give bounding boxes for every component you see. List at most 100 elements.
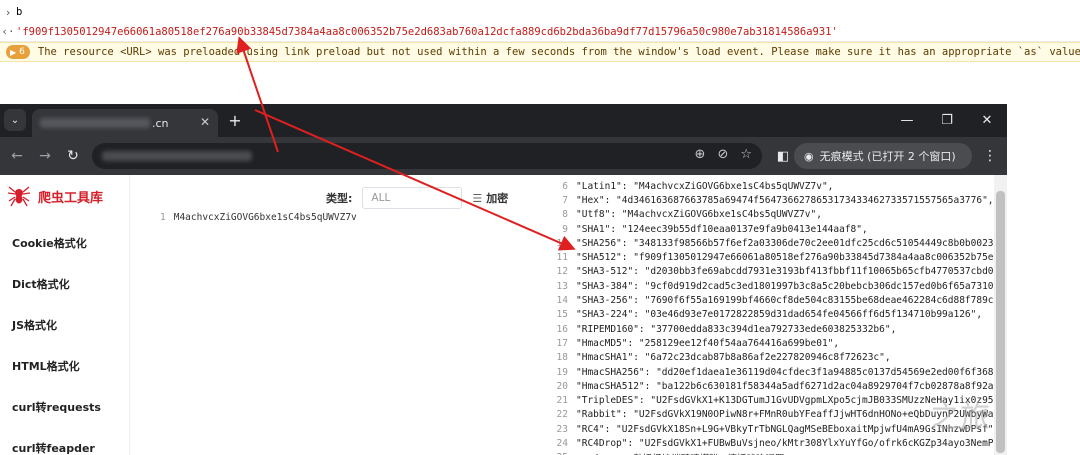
output-text: "Hex": "4d346163687663785a69474f56473662… — [576, 194, 994, 206]
output-line: 20 "HmacSHA512": "ba122b6c630181f58344a5a… — [548, 379, 994, 393]
browser-toolbar: ← → ↻ ⊕ ⊘ ☆ ◧ ◉ 无痕模式 (已打开 2 个窗口) ⋮ — [0, 137, 1007, 175]
console-result-text: 'f909f1305012947e66061a80518ef276a90b338… — [16, 25, 838, 38]
line-number: 17 — [556, 337, 568, 349]
sidebar-item-dict[interactable]: Dict格式化 — [12, 276, 70, 292]
maximize-icon[interactable]: ❐ — [927, 104, 967, 137]
output-text: "HmacSHA1": "6a72c23dcab87b8a86af2e22782… — [576, 352, 891, 364]
output-line: 19 "HmacSHA256": "dd20ef1daea1e36119d04cf… — [548, 365, 994, 379]
window-close-icon[interactable]: ✕ — [967, 104, 1007, 137]
eye-off-icon[interactable]: ⊘ — [717, 147, 728, 162]
warning-count-badge[interactable]: ▶ 6 — [6, 45, 30, 59]
output-line: 22 "Rabbit": "U2FsdGVkX19N0OPiwN8r+FMnR0u… — [548, 408, 994, 422]
sidebar-item-curl-feapder[interactable]: curl转feapder — [12, 440, 95, 455]
output-line: 13 "SHA3-384": "9cf0d919d2cad5c3ed1801997… — [548, 279, 994, 293]
redacted-url — [102, 151, 252, 161]
output-text: "SHA1": "124eec39b55df10eaa0137e9fa9b041… — [576, 223, 868, 235]
line-number: 13 — [556, 280, 568, 292]
console-input-text: b — [16, 6, 23, 18]
output-text: "SHA3-256": "7690f6f55a169199bf4660cf8de… — [576, 295, 994, 307]
logo-text: 爬虫工具库 — [38, 190, 104, 206]
output-text: "Utf8": "M4achvcxZiGOVG6bxe1sC4bs5qUWVZ7… — [576, 209, 822, 221]
line-number: 20 — [556, 380, 568, 392]
line-number: 22 — [556, 409, 568, 421]
output-line: 14 "SHA3-256": "7690f6f55a169199bf4660cf8… — [548, 293, 994, 307]
devtools-console: › b ‹· 'f909f1305012947e66061a80518ef276… — [0, 0, 1080, 104]
line-number: 14 — [556, 295, 568, 307]
encrypt-button[interactable]: ☰ 加密 — [472, 190, 508, 206]
line-number: 11 — [556, 252, 568, 264]
output-line: 12 "SHA3-512": "d2030bb3fe69abcdd7931e319… — [548, 265, 994, 279]
line-number: 16 — [556, 323, 568, 335]
line-number: 6 — [562, 180, 568, 192]
expand-arrow-icon: ▶ — [10, 47, 17, 57]
output-text: "SHA3-384": "9cf0d919d2cad5c3ed1801997b3… — [576, 280, 994, 292]
tab-search-icon[interactable]: ⌄ — [4, 109, 26, 131]
tab-title: .cn — [152, 116, 169, 130]
output-text: "HmacSHA512": "ba122b6c630181f58344a5adf… — [576, 380, 994, 392]
side-panel-icon[interactable]: ◧ — [774, 145, 792, 167]
console-warning-text: The resource <URL> was preloaded using l… — [37, 46, 1080, 58]
incognito-label: 无痕模式 (已打开 2 个窗口) — [819, 150, 956, 163]
page-content: 爬虫工具库 Cookie格式化 Dict格式化 JS格式化 HTML格式化 cu… — [0, 175, 1007, 455]
output-line: 10 "SHA256": "348133f98566b57f6ef2a03306d… — [548, 236, 994, 250]
line-number: 12 — [556, 266, 568, 278]
address-bar[interactable]: ⊕ ⊘ ☆ — [92, 143, 762, 169]
browser-window: ⌄ .cn ✕ + — ❐ ✕ ← → ↻ ⊕ ⊘ ☆ ◧ ◉ 无痕模式 (已打… — [0, 104, 1007, 455]
line-number: 24 — [556, 437, 568, 449]
sidebar-item-curl-requests[interactable]: curl转requests — [12, 399, 101, 415]
tab-active[interactable]: .cn ✕ — [32, 109, 218, 137]
result-arrow-icon: ‹· — [1, 25, 15, 38]
incognito-indicator[interactable]: ◉ 无痕模式 (已打开 2 个窗口) — [794, 143, 972, 169]
tab-strip: ⌄ .cn ✕ + — ❐ ✕ — [0, 104, 1007, 137]
console-input-line[interactable]: › b — [0, 2, 1080, 22]
output-text: "Latin1": "M4achvcxZiGOVG6bxe1sC4bs5qUWV… — [576, 180, 834, 192]
new-tab-icon[interactable]: + — [224, 109, 246, 131]
console-warning-line[interactable]: ▶ 6 The resource <URL> was preloaded usin… — [0, 42, 1080, 62]
watermark: 之旅 — [930, 400, 990, 435]
reload-icon[interactable]: ↻ — [62, 145, 84, 167]
input-editor[interactable]: 1 M4achvcxZiGOVG6bxe1sC4bs5qUWVZ7v — [160, 212, 357, 223]
console-result-line: ‹· 'f909f1305012947e66061a80518ef276a90b… — [0, 22, 1080, 42]
output-line: 18 "HmacSHA1": "6a72c23dcab87b8a86af2e227… — [548, 351, 994, 365]
address-bar-icons: ⊕ ⊘ ☆ — [695, 147, 752, 162]
redacted-title — [40, 118, 150, 128]
output-line: 23 "RC4": "U2FsdGVkX18Sn+L9G+VBkyTrTbNGLQ… — [548, 422, 994, 436]
output-text: "SHA256": "348133f98566b57f6ef2a03306de7… — [576, 237, 994, 249]
output-line: 24 "RC4Drop": "U2FsdGVkX1+FUBwBuVsjneo/kM… — [548, 436, 994, 450]
line-number: 10 — [556, 237, 568, 249]
minimize-icon[interactable]: — — [887, 104, 927, 137]
forward-icon[interactable]: → — [34, 145, 56, 167]
output-line: 7 "Hex": "4d346163687663785a69474f5647366… — [548, 193, 994, 207]
zoom-icon[interactable]: ⊕ — [695, 147, 706, 162]
sidebar-item-html[interactable]: HTML格式化 — [12, 358, 80, 374]
type-select[interactable]: ALL — [362, 187, 463, 209]
close-icon[interactable]: ✕ — [200, 115, 210, 129]
star-icon[interactable]: ☆ — [740, 147, 752, 162]
output-text: "RC4Drop": "U2FsdGVkX1+FUBwBuVsjneo/kMtr… — [576, 437, 994, 449]
output-scrollbar[interactable] — [994, 175, 1007, 455]
output-text: "HmacMD5": "258129ee12f40f54aa764416a699… — [576, 337, 840, 349]
back-icon[interactable]: ← — [6, 145, 28, 167]
output-text: "Utf16": "䴴慣桶捸婩䝏噇㙢硥ㅳ䌴扳㕱啗噚㝶", — [576, 451, 796, 455]
line-number: 18 — [556, 352, 568, 364]
line-number: 19 — [556, 366, 568, 378]
sidebar-item-cookie[interactable]: Cookie格式化 — [12, 235, 87, 251]
logo[interactable]: 爬虫工具库 — [6, 183, 103, 209]
output-line: 6 "Latin1": "M4achvcxZiGOVG6bxe1sC4bs5qUW… — [548, 179, 994, 193]
output-text: "SHA3-512": "d2030bb3fe69abcdd7931e3193b… — [576, 266, 994, 278]
output-line: 25"Utf16": "䴴慣桶捸婩䝏噇㙢硥ㅳ䌴扳㕱啗噚㝶", — [548, 451, 994, 455]
scroll-thumb[interactable] — [996, 191, 1005, 453]
output-line: 17 "HmacMD5": "258129ee12f40f54aa764416a6… — [548, 336, 994, 350]
line-number: 23 — [556, 423, 568, 435]
line-number: 15 — [556, 309, 568, 321]
sidebar-item-js[interactable]: JS格式化 — [12, 317, 57, 333]
output-line: 9 "SHA1": "124eec39b55df10eaa0137e9fa9b04… — [548, 222, 994, 236]
line-number: 8 — [562, 209, 568, 221]
output-line: 16 "RIPEMD160": "37700edda833c394d1ea7927… — [548, 322, 994, 336]
output-editor[interactable]: 6 "Latin1": "M4achvcxZiGOVG6bxe1sC4bs5qUW… — [548, 179, 994, 455]
sliders-icon: ☰ — [472, 191, 483, 205]
line-number: 9 — [562, 223, 568, 235]
output-line: 21 "TripleDES": "U2FsdGVkX1+K13DGTumJ1GvU… — [548, 393, 994, 407]
line-number: 1 — [160, 212, 166, 223]
menu-icon[interactable]: ⋮ — [980, 145, 1000, 167]
